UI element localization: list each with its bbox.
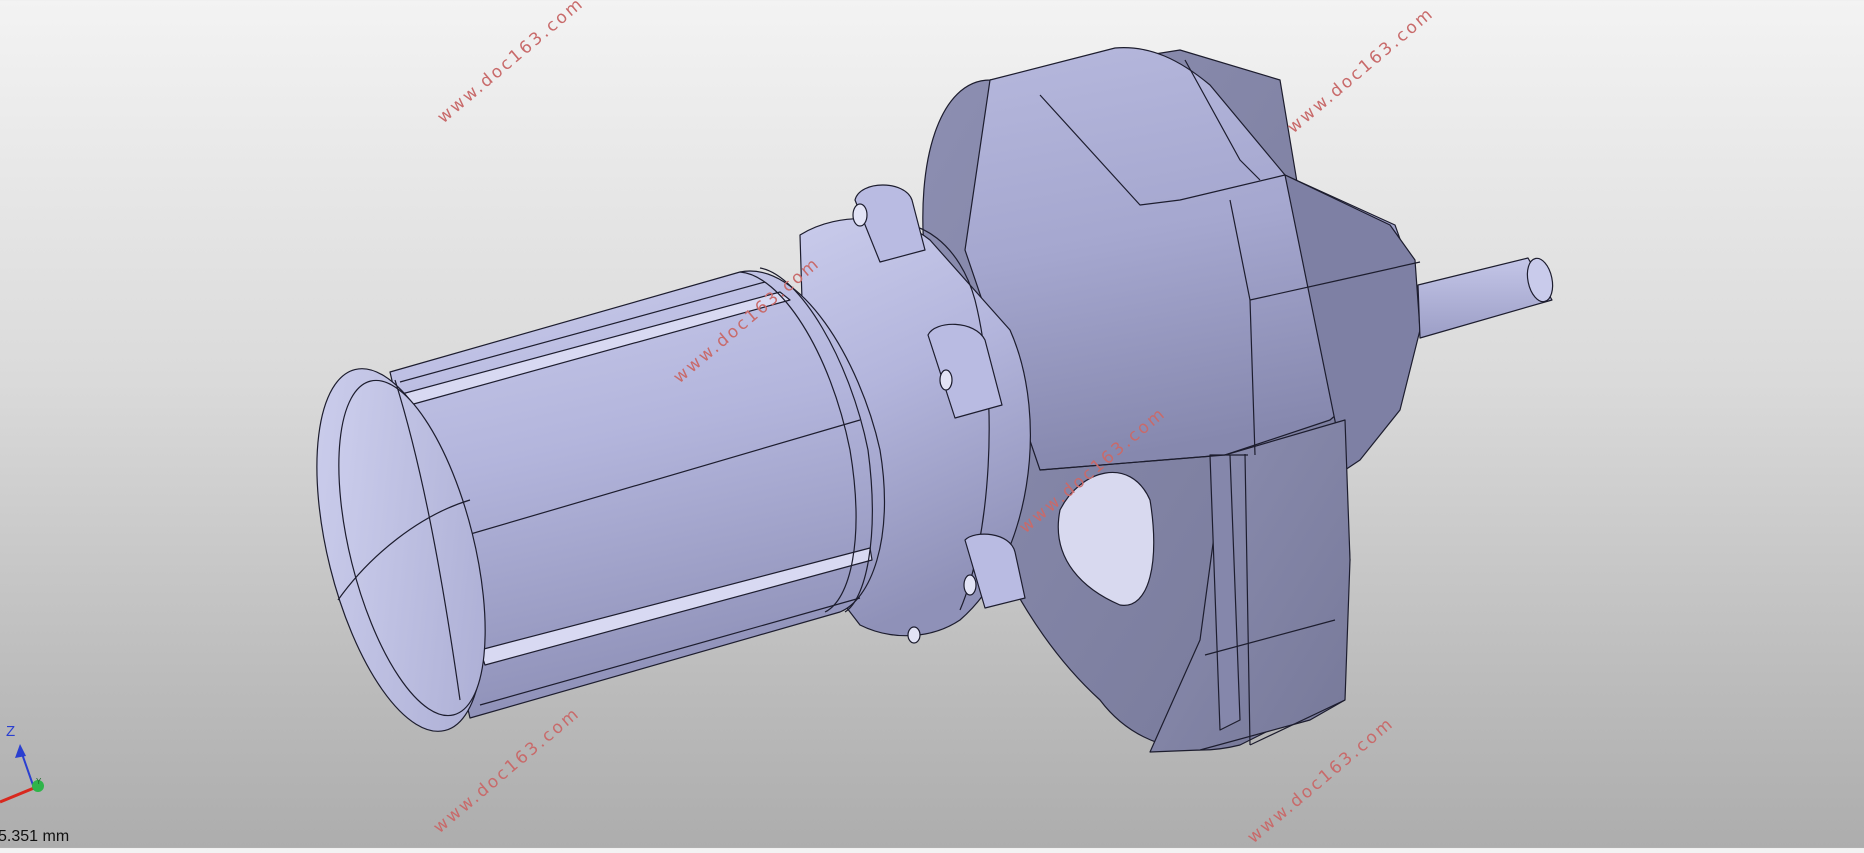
3d-viewport[interactable]: www.doc163.com www.doc163.com www.doc163…	[0, 0, 1864, 848]
cad-model[interactable]	[0, 0, 1864, 848]
orientation-triad: Z Y	[0, 723, 44, 804]
x-axis-icon	[0, 786, 35, 804]
z-axis-label: Z	[6, 723, 15, 740]
scale-label: 5.351 mm	[0, 828, 70, 845]
motor-body[interactable]	[285, 184, 1031, 748]
y-axis-label: Y	[36, 777, 42, 786]
